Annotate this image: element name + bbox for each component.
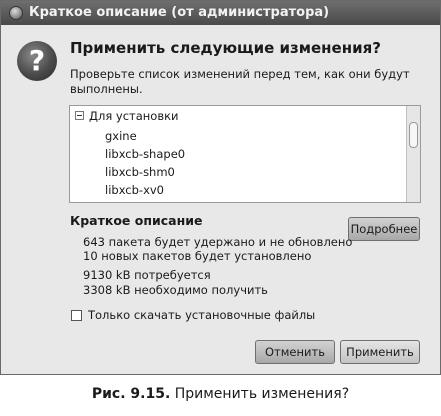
list-item[interactable]: libxcb-shape0 bbox=[105, 145, 185, 163]
summary-required-space: 9130 kB потребуется bbox=[83, 268, 211, 282]
list-item[interactable]: libxcb-shm0 bbox=[105, 163, 175, 181]
list-item[interactable]: libxcb-xv0 bbox=[105, 181, 164, 199]
cancel-button[interactable]: Отменить bbox=[255, 340, 335, 364]
title-bar[interactable]: Краткое описание (от администратора) bbox=[1, 1, 440, 25]
scrollbar-thumb[interactable] bbox=[409, 122, 418, 148]
caption-text: Применить изменения? bbox=[174, 386, 350, 402]
collapse-icon[interactable] bbox=[75, 111, 84, 120]
summary-new-packages: 10 новых пакетов будет установлено bbox=[83, 249, 312, 263]
window-menu-icon[interactable] bbox=[9, 6, 23, 20]
download-only-label[interactable]: Только скачать установочные файлы bbox=[88, 308, 315, 322]
list-item[interactable]: gxine bbox=[105, 127, 137, 145]
details-button[interactable]: Подробнее bbox=[348, 217, 420, 241]
list-scrollbar[interactable] bbox=[406, 106, 420, 202]
figure-caption: Рис. 9.15. Применить изменения? bbox=[0, 386, 441, 402]
summary-held-packages: 643 пакета будет удержано и не обновлено bbox=[83, 235, 353, 249]
dialog-heading: Применить следующие изменения? bbox=[70, 39, 381, 57]
summary-title: Краткое описание bbox=[70, 213, 203, 228]
dialog-window: Краткое описание (от администратора) ? П… bbox=[0, 0, 441, 375]
caption-number: Рис. 9.15. bbox=[91, 386, 171, 402]
apply-button[interactable]: Применить bbox=[340, 340, 420, 364]
dialog-subtext: Проверьте список изменений перед тем, ка… bbox=[70, 67, 410, 96]
changes-list[interactable]: Для установки gxine libxcb-shape0 libxcb… bbox=[69, 105, 421, 203]
window-title: Краткое описание (от администратора) bbox=[29, 5, 330, 20]
group-label: Для установки bbox=[89, 109, 179, 123]
question-icon: ? bbox=[17, 41, 57, 81]
summary-download-size: 3308 kB необходимо получить bbox=[83, 283, 268, 297]
download-only-checkbox[interactable] bbox=[71, 310, 82, 321]
